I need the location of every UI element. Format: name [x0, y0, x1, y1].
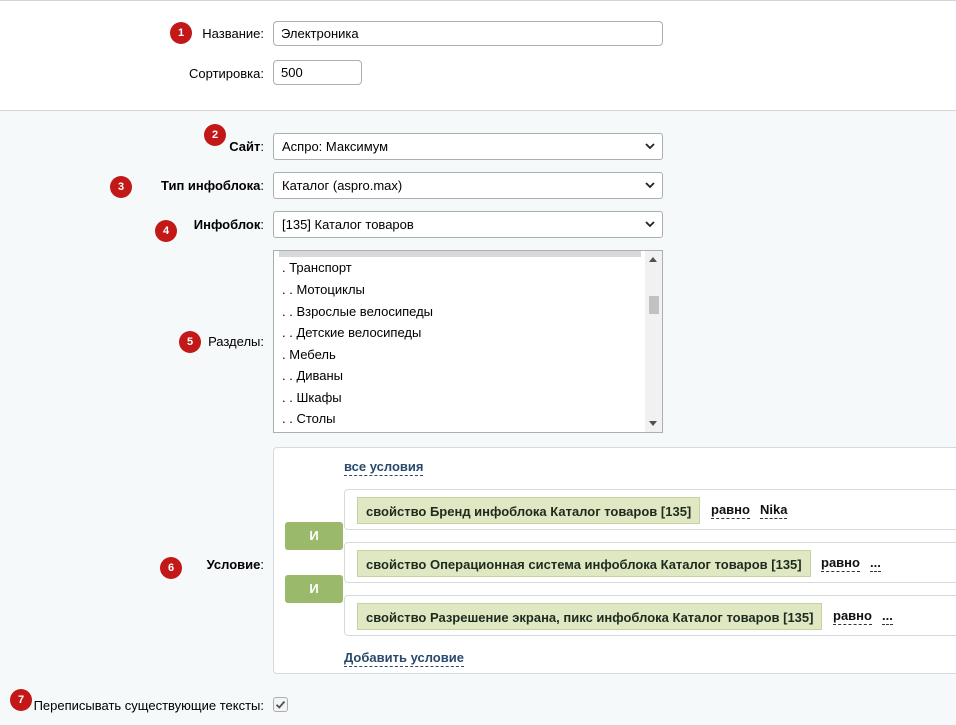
scroll-up-icon[interactable] [649, 257, 657, 262]
iblock-type-label-text: Тип инфоблока [161, 178, 261, 193]
name-label-text: Название [202, 26, 261, 41]
condition-property[interactable]: свойство Разрешение экрана, пикс инфобло… [357, 603, 823, 630]
condition-operator-link[interactable]: равно [821, 555, 860, 572]
iblock-select-value: [135] Каталог товаров [282, 217, 414, 232]
condition-property[interactable]: свойство Операционная система инфоблока … [357, 550, 811, 577]
sections-scrollbar[interactable] [645, 251, 662, 432]
chevron-down-icon [645, 143, 655, 150]
section-option[interactable]: . . Столы [282, 408, 336, 429]
sort-label: Сортировка: [189, 66, 264, 81]
step-badge-2: 2 [204, 124, 226, 146]
section-option[interactable]: . Мебель [282, 344, 336, 365]
iblock-type-label: Тип инфоблока: [161, 178, 264, 193]
step-badge-1: 1 [170, 22, 192, 44]
scrollbar-thumb[interactable] [649, 296, 659, 314]
condition-label: Условие: [206, 557, 264, 572]
all-conditions-link[interactable]: все условия [344, 459, 424, 476]
site-select-value: Аспро: Максимум [282, 139, 389, 154]
section-option[interactable]: . . Детские велосипеды [282, 322, 421, 343]
chevron-down-icon [645, 182, 655, 189]
condition-property[interactable]: свойство Бренд инфоблока Каталог товаров… [357, 497, 701, 524]
step-badge-7: 7 [10, 689, 32, 711]
condition-value-link[interactable]: ... [870, 555, 881, 572]
check-icon [275, 700, 286, 709]
condition-operator-link[interactable]: равно [711, 502, 750, 519]
site-label-text: Сайт [229, 139, 261, 154]
overwrite-label: Переписывать существующие тексты: [33, 698, 264, 713]
condition-value-link[interactable]: ... [882, 608, 893, 625]
and-operator-button[interactable]: И [285, 522, 343, 550]
step-badge-5: 5 [179, 331, 201, 353]
section-option[interactable]: . Транспорт [282, 257, 352, 278]
step-badge-4: 4 [155, 220, 177, 242]
overwrite-label-text: Переписывать существующие тексты [33, 698, 261, 713]
site-label: Сайт: [229, 139, 264, 154]
iblock-label-text: Инфоблок [193, 217, 261, 232]
condition-row: свойство Операционная система инфоблока … [344, 542, 956, 583]
overwrite-checkbox[interactable] [273, 697, 288, 712]
iblock-select[interactable]: [135] Каталог товаров [273, 211, 663, 238]
condition-row: свойство Разрешение экрана, пикс инфобло… [344, 595, 956, 636]
section-option[interactable]: . . Взрослые велосипеды [282, 301, 433, 322]
name-input[interactable] [273, 21, 663, 46]
sort-label-text: Сортировка [189, 66, 261, 81]
scroll-down-icon[interactable] [649, 421, 657, 426]
condition-operator-link[interactable]: равно [833, 608, 872, 625]
top-section-panel [0, 0, 956, 111]
section-option[interactable]: . . Шкафы [282, 387, 342, 408]
iblock-label: Инфоблок: [193, 217, 264, 232]
chevron-down-icon [645, 221, 655, 228]
condition-row: свойство Бренд инфоблока Каталог товаров… [344, 489, 956, 530]
and-operator-button[interactable]: И [285, 575, 343, 603]
sections-label-text: Разделы [208, 334, 261, 349]
step-badge-3: 3 [110, 176, 132, 198]
name-label: Название: [202, 26, 264, 41]
step-badge-6: 6 [160, 557, 182, 579]
sections-label: Разделы: [208, 334, 264, 349]
section-option[interactable]: . . Диваны [282, 365, 343, 386]
condition-label-text: Условие [206, 557, 261, 572]
sections-listbox[interactable]: . Транспорт . . Мотоциклы . . Взрослые в… [273, 250, 663, 433]
section-option[interactable]: . . Мотоциклы [282, 279, 365, 300]
iblock-type-select[interactable]: Каталог (aspro.max) [273, 172, 663, 199]
sort-input[interactable] [273, 60, 362, 85]
site-select[interactable]: Аспро: Максимум [273, 133, 663, 160]
condition-value-link[interactable]: Nika [760, 502, 788, 519]
add-condition-link[interactable]: Добавить условие [344, 650, 464, 667]
iblock-type-select-value: Каталог (aspro.max) [282, 178, 403, 193]
